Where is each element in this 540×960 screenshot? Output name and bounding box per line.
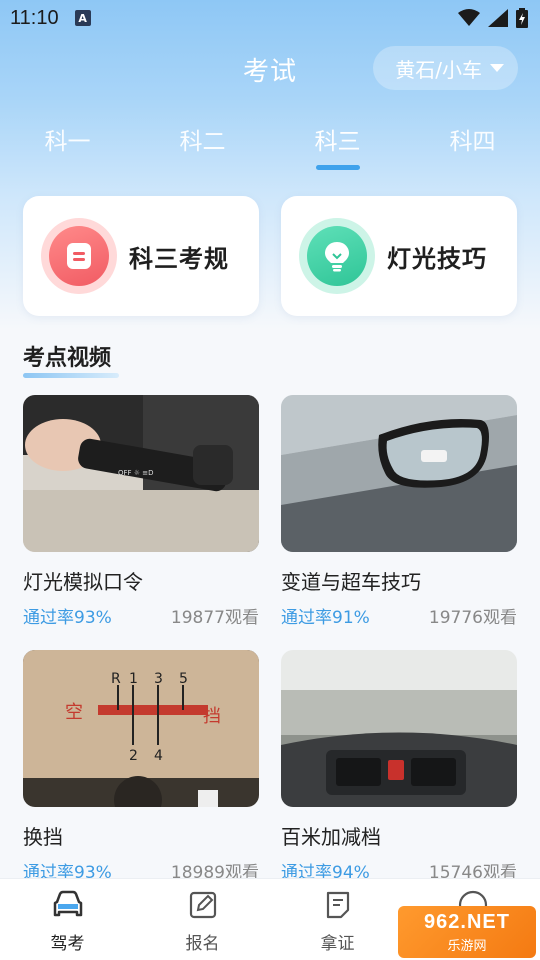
video-card[interactable]: OFF ☼ ≡D 灯光模拟口令 通过率93% 19877观看 [23, 395, 259, 650]
video-title: 百米加减档 [281, 825, 381, 849]
watermark-domain: 962.NET [424, 910, 510, 933]
video-card[interactable]: 变道与超车技巧 通过率91% 19776观看 [281, 395, 517, 650]
light-tips-card[interactable]: 灯光技巧 [281, 196, 517, 316]
side-mirror-photo [281, 395, 517, 552]
exam-rules-card[interactable]: 科三考规 [23, 196, 259, 316]
view-count: 19776观看 [428, 608, 517, 628]
gear-label-1: 1 [129, 671, 138, 687]
gear-label-3: 3 [154, 671, 163, 687]
wifi-icon [458, 9, 480, 26]
tab-license-label: 拿证 [320, 934, 355, 954]
subject-tabs: 科一 科二 科三 科四 [0, 116, 540, 172]
video-card[interactable]: 百米加减档 通过率94% 15746观看 [281, 650, 517, 905]
tab-subject-4[interactable]: 科四 [405, 116, 540, 172]
exam-rules-label: 科三考规 [129, 244, 229, 273]
gear-label-2: 2 [129, 748, 138, 764]
video-thumbnail[interactable]: 空 挡 R 1 3 5 2 4 [23, 650, 259, 807]
city-select[interactable]: 黄石/小车 [373, 46, 518, 90]
video-thumbnail[interactable] [281, 650, 517, 807]
notification-icon: A [74, 10, 91, 26]
video-thumbnail[interactable] [281, 395, 517, 552]
svg-text:OFF ☼ ≡D: OFF ☼ ≡D [118, 469, 154, 477]
tab-subject-1[interactable]: 科一 [0, 116, 135, 172]
rules-icon [49, 226, 109, 286]
tab-subject-2[interactable]: 科二 [135, 116, 270, 172]
tab-exam[interactable]: 驾考 [0, 879, 135, 960]
video-card[interactable]: 空 挡 R 1 3 5 2 4 换挡 通过率93% 18989观看 [23, 650, 259, 905]
gear-label-5: 5 [179, 671, 188, 687]
tab-subject-3[interactable]: 科三 [270, 116, 405, 172]
pass-rate: 通过率91% [281, 608, 370, 628]
video-title: 灯光模拟口令 [23, 570, 143, 594]
watermark-name: 乐游网 [447, 938, 487, 954]
signal-icon [488, 9, 508, 27]
video-meta: 通过率91% 19776观看 [281, 603, 517, 628]
lightbulb-icon-ring [299, 218, 375, 294]
status-time: 11:10 [10, 6, 59, 29]
video-thumbnail[interactable]: OFF ☼ ≡D [23, 395, 259, 552]
gear-label-4: 4 [154, 748, 163, 764]
pass-rate: 通过率93% [23, 608, 112, 628]
rules-icon-ring [41, 218, 117, 294]
video-grid: OFF ☼ ≡D 灯光模拟口令 通过率93% 19877观看 变道与超车技巧 通… [23, 395, 517, 905]
video-title: 变道与超车技巧 [281, 570, 421, 594]
page-title: 考试 [242, 56, 297, 87]
edit-icon [185, 887, 221, 923]
gear-label-r: R [111, 671, 121, 687]
video-meta: 通过率93% 19877观看 [23, 603, 259, 628]
video-title: 换挡 [23, 825, 63, 849]
gear-label-left: 空 [65, 702, 83, 723]
car-icon [50, 887, 86, 923]
header: 考试 黄石/小车 [0, 44, 540, 94]
view-count: 19877观看 [170, 608, 259, 628]
dashboard-road-photo [281, 650, 517, 807]
tab-register-label: 报名 [185, 934, 220, 954]
document-icon [320, 887, 356, 923]
section-title: 考点视频 [23, 340, 120, 378]
battery-icon [516, 8, 528, 28]
tab-exam-label: 驾考 [50, 934, 85, 954]
light-tips-label: 灯光技巧 [387, 244, 487, 273]
tab-license[interactable]: 拿证 [270, 879, 405, 960]
gear-label-right: 挡 [203, 706, 221, 727]
site-watermark: 962.NET 乐游网 [398, 906, 536, 958]
chevron-down-icon [490, 64, 504, 72]
light-switch-photo: OFF ☼ ≡D [23, 395, 259, 552]
lightbulb-icon [307, 226, 367, 286]
city-select-label: 黄石/小车 [395, 57, 482, 82]
quick-cards: 科三考规 灯光技巧 [23, 196, 517, 316]
tab-register[interactable]: 报名 [135, 879, 270, 960]
status-bar: 11:10 A [0, 0, 540, 36]
gear-diagram-photo: 空 挡 R 1 3 5 2 4 [23, 650, 259, 807]
